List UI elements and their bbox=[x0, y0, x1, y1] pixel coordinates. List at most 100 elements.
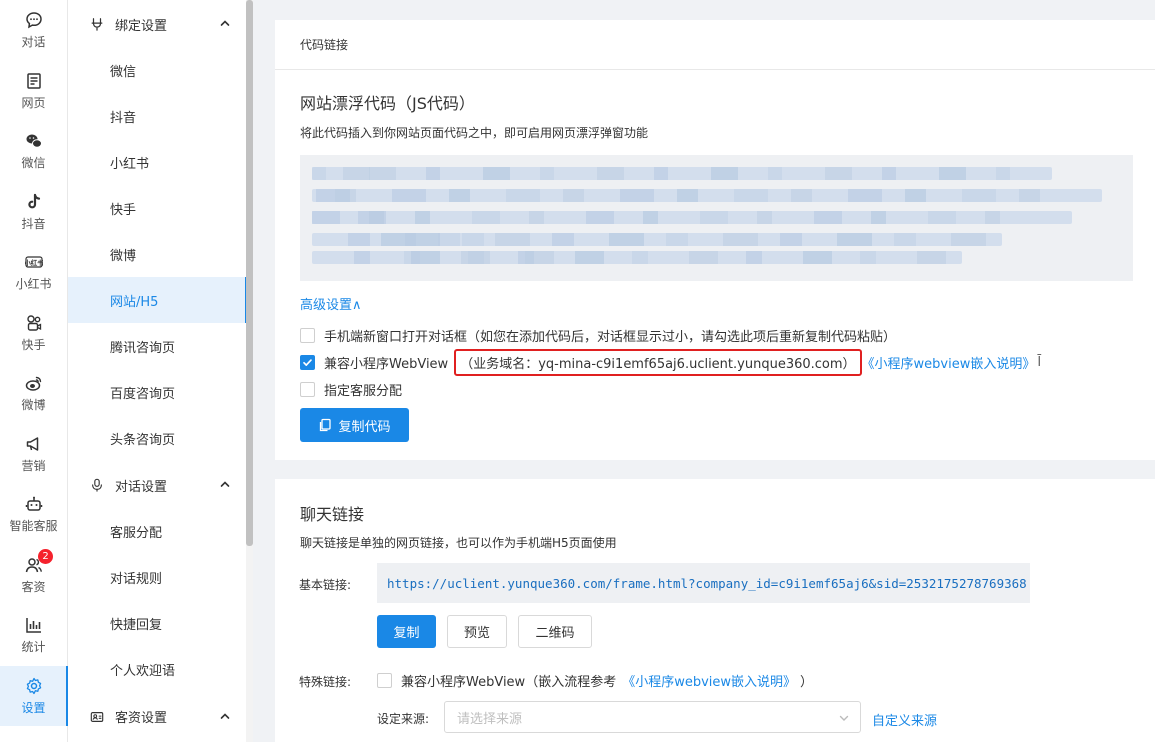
rail-item-customers[interactable]: 客资 2 bbox=[0, 545, 67, 606]
rail-item-ai-service[interactable]: 智能客服 bbox=[0, 484, 67, 545]
checkbox-webview-compat[interactable] bbox=[300, 355, 315, 370]
submenu-item[interactable]: 网站/H5 bbox=[68, 277, 247, 324]
submenu-item[interactable]: 百度咨询页 bbox=[68, 369, 247, 415]
submenu-item[interactable]: 客服分配 bbox=[68, 509, 247, 555]
chevron-down-icon bbox=[839, 715, 849, 721]
group-customer-settings[interactable]: 客资设置 bbox=[68, 693, 247, 741]
blurred-code-segment bbox=[312, 211, 340, 224]
rail-item-settings[interactable]: 设置 bbox=[0, 665, 68, 726]
rail-item-chat[interactable]: 对话 bbox=[0, 0, 67, 61]
blurred-code-segment bbox=[654, 167, 668, 180]
copy-code-button[interactable]: 复制代码 bbox=[300, 408, 409, 442]
blurred-code-segment bbox=[825, 167, 852, 180]
blurred-code-segment bbox=[814, 211, 842, 224]
web-page-icon bbox=[24, 71, 44, 91]
rail-item-label: 微博 bbox=[21, 398, 46, 413]
douyin-icon bbox=[24, 192, 44, 212]
submenu-item[interactable]: 个人欢迎语 bbox=[68, 647, 247, 693]
special-webview-option[interactable]: 兼容小程序WebView（嵌入流程参考 《小程序webview嵌入说明》 ） bbox=[377, 671, 813, 690]
special-webview-guide-link[interactable]: 《小程序webview嵌入说明》 bbox=[622, 671, 796, 690]
rail-item-kuaishou[interactable]: 快手 bbox=[0, 303, 67, 364]
rail-item-label: 小红书 bbox=[15, 277, 52, 292]
blurred-code-segment bbox=[723, 233, 758, 246]
preview-button[interactable]: 预览 bbox=[447, 615, 507, 648]
copy-link-button[interactable]: 复制 bbox=[377, 615, 436, 648]
rail-item-douyin[interactable]: 抖音 bbox=[0, 182, 67, 243]
rail-item-wechat[interactable]: 微信 bbox=[0, 121, 67, 182]
tab-code-link[interactable]: 代码链接 bbox=[275, 20, 1155, 70]
checkbox-assign-agent[interactable] bbox=[300, 382, 315, 397]
option-webview-label: 兼容小程序WebView bbox=[324, 357, 449, 372]
submenu-item[interactable]: 快捷回复 bbox=[68, 601, 247, 647]
blurred-code-segment bbox=[495, 233, 530, 246]
text-cursor-icon: Ī bbox=[1037, 355, 1042, 370]
submenu-item[interactable]: 微博 bbox=[68, 232, 247, 278]
rail-item-stats[interactable]: 统计 bbox=[0, 605, 67, 666]
rail-item-web[interactable]: 网页 bbox=[0, 61, 67, 122]
rail-item-xiaohongshu[interactable]: 小红书 小红书 bbox=[0, 242, 67, 303]
submenu-item[interactable]: 腾讯咨询页 bbox=[68, 323, 247, 369]
notification-badge: 2 bbox=[38, 548, 53, 564]
blurred-code-segment bbox=[871, 211, 886, 224]
section-desc-float-code: 将此代码插入到你网站页面代码之中，即可启用网页漂浮弹窗功能 bbox=[300, 126, 649, 140]
blurred-code-segment bbox=[677, 189, 698, 202]
blurred-code-segment bbox=[506, 189, 540, 202]
group-bind-settings[interactable]: 绑定设置 bbox=[68, 0, 247, 48]
blurred-code-segment bbox=[392, 189, 426, 202]
submenu-item[interactable]: 快手 bbox=[68, 186, 247, 232]
submenu-item[interactable]: 对话规则 bbox=[68, 555, 247, 601]
section-title-float-code: 网站漂浮代码（JS代码） bbox=[300, 94, 475, 113]
option-mobile-new-window[interactable]: 手机端新窗口打开对话框（如您在添加代码后，对话框显示过小，请勾选此项后重新复制代… bbox=[300, 326, 896, 345]
group-bind-label: 绑定设置 bbox=[115, 18, 168, 34]
submenu-item[interactable]: 小红书 bbox=[68, 140, 247, 186]
blurred-code-segment bbox=[689, 251, 718, 264]
submenu-item[interactable]: 微信 bbox=[68, 48, 247, 94]
submenu-item[interactable]: 头条咨询页 bbox=[68, 415, 247, 461]
blurred-code-segment bbox=[951, 233, 986, 246]
rail-item-weibo[interactable]: 微博 bbox=[0, 363, 67, 424]
blurred-code-segment bbox=[597, 167, 624, 180]
blurred-code-segment bbox=[746, 251, 762, 264]
webview-embed-guide-link[interactable]: 《小程序webview嵌入说明》 bbox=[862, 353, 1036, 372]
option-assign-agent[interactable]: 指定客服分配 bbox=[300, 380, 402, 399]
blurred-code-segment bbox=[369, 167, 396, 180]
checkbox-special-webview[interactable] bbox=[377, 673, 392, 688]
gear-icon bbox=[24, 676, 44, 696]
blurred-code-segment bbox=[803, 251, 832, 264]
group-chat-settings[interactable]: 对话设置 bbox=[68, 461, 247, 509]
special-close-paren: ） bbox=[800, 675, 814, 690]
special-link-label: 特殊链接: bbox=[299, 675, 352, 689]
blurred-code-segment bbox=[882, 167, 896, 180]
js-code-box-blurred[interactable] bbox=[300, 155, 1133, 281]
rail-item-label: 快手 bbox=[21, 337, 46, 352]
id-card-icon bbox=[89, 709, 105, 725]
source-label: 设定来源: bbox=[377, 712, 430, 726]
blurred-code-segment bbox=[894, 233, 916, 246]
source-select[interactable]: 请选择来源 bbox=[444, 701, 861, 733]
option-webview-compat[interactable]: 兼容小程序WebView （业务域名：yq-mina-c9i1emf65aj6.… bbox=[300, 349, 1041, 376]
checkbox-mobile-new-window[interactable] bbox=[300, 328, 315, 343]
qr-code-button[interactable]: 二维码 bbox=[518, 615, 592, 648]
submenu-item[interactable]: 抖音 bbox=[68, 94, 247, 140]
blurred-code-segment bbox=[632, 251, 648, 264]
rail-item-label: 微信 bbox=[21, 156, 46, 171]
copy-code-label: 复制代码 bbox=[338, 419, 391, 435]
advanced-settings-toggle[interactable]: 高级设置∧ bbox=[300, 294, 362, 313]
rail-item-label: 客资 bbox=[21, 579, 46, 594]
chevron-up-icon bbox=[220, 712, 230, 719]
section-title-chat-link: 聊天链接 bbox=[300, 505, 365, 524]
rail-item-label: 统计 bbox=[21, 640, 46, 655]
source-select-placeholder: 请选择来源 bbox=[457, 711, 523, 727]
submenu-scrollbar-thumb[interactable] bbox=[246, 0, 253, 546]
special-webview-label: 兼容小程序WebView（嵌入流程参考 bbox=[401, 675, 617, 690]
blurred-code-segment bbox=[316, 189, 350, 202]
basic-link-url[interactable]: https://uclient.yunque360.com/frame.html… bbox=[377, 563, 1030, 603]
svg-text:小红书: 小红书 bbox=[25, 258, 43, 267]
blurred-code-segment bbox=[540, 167, 554, 180]
plug-icon bbox=[89, 16, 105, 32]
rail-item-marketing[interactable]: 营销 bbox=[0, 424, 67, 485]
custom-source-link[interactable]: 自定义来源 bbox=[872, 710, 937, 729]
group-chat-label: 对话设置 bbox=[115, 479, 168, 495]
megaphone-icon bbox=[24, 434, 44, 454]
microphone-icon bbox=[89, 477, 105, 493]
